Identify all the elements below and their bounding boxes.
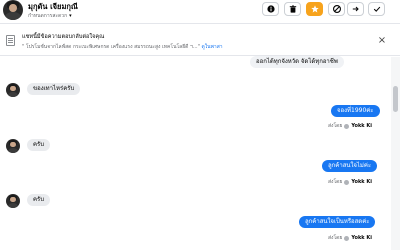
message-bubble: ครับ bbox=[27, 139, 51, 151]
star-button[interactable] bbox=[306, 2, 323, 16]
sender-avatar[interactable] bbox=[6, 139, 20, 153]
chat-header: มุกุดัน เจียมกุณี กำหนดการสะดวก ▾ bbox=[0, 0, 400, 24]
message-bubble: ของเทาไหร่ครับ bbox=[27, 83, 81, 95]
meta-label: ส่งโดย bbox=[328, 235, 343, 241]
scrollbar-thumb[interactable] bbox=[393, 86, 398, 112]
sender-avatar-icon bbox=[344, 179, 350, 185]
info-button[interactable] bbox=[262, 2, 279, 16]
meta-label: ส่งโดย bbox=[328, 123, 343, 129]
contact-status-label: กำหนดการสะดวก bbox=[28, 13, 68, 19]
message-bubble: ลูกค้าสนใจไม่ค่ะ bbox=[322, 160, 378, 172]
sender-name: Yokk Ki bbox=[351, 235, 372, 241]
message-bubble: จองที่1990ค่ะ bbox=[331, 105, 380, 117]
trash-icon bbox=[289, 5, 296, 13]
message-meta: ส่งโดย Yokk Ki bbox=[328, 234, 372, 242]
message-bubble: ออกได้ทุกจังหวัด จัดได้ทุกอาชีพ bbox=[250, 56, 344, 68]
block-icon bbox=[332, 5, 341, 13]
contact-status[interactable]: กำหนดการสะดวก ▾ bbox=[28, 12, 72, 20]
banner-subtitle: " โปรโมชั่นจากไลฟ์สด กระเบะพิเศษกรด เครื… bbox=[22, 43, 223, 51]
sender-avatar[interactable] bbox=[6, 194, 20, 208]
banner-snippet: " โปรโมชั่นจากไลฟ์สด กระเบะพิเศษกรด เครื… bbox=[22, 44, 200, 50]
meta-label: ส่งโดย bbox=[328, 179, 343, 185]
block-button[interactable] bbox=[328, 2, 345, 16]
forward-button[interactable] bbox=[347, 2, 364, 16]
delete-button[interactable] bbox=[284, 2, 301, 16]
message-bubble: ครับ bbox=[27, 194, 51, 206]
chat-window: มุกุดัน เจียมกุณี กำหนดการสะดวก ▾ แชทนี้… bbox=[0, 0, 400, 250]
close-icon[interactable]: × bbox=[377, 36, 387, 46]
banner-link[interactable]: ดูในพาสา bbox=[201, 44, 222, 50]
sender-avatar[interactable] bbox=[6, 83, 20, 97]
done-button[interactable] bbox=[368, 2, 385, 16]
document-icon bbox=[6, 35, 15, 46]
forward-icon bbox=[352, 6, 359, 12]
star-icon bbox=[310, 5, 319, 13]
sender-name: Yokk Ki bbox=[351, 123, 372, 129]
check-icon bbox=[373, 6, 380, 12]
message-meta: ส่งโดย Yokk Ki bbox=[328, 178, 372, 186]
contact-avatar[interactable] bbox=[3, 0, 23, 20]
sender-avatar-icon bbox=[344, 123, 350, 129]
sender-name: Yokk Ki bbox=[351, 179, 372, 185]
banner-title: แชทนี้มีข้อความตอบกลับต่อใจคุณ bbox=[22, 34, 105, 40]
info-icon bbox=[266, 5, 275, 13]
chevron-down-icon: ▾ bbox=[69, 13, 72, 19]
message-bubble: ลูกค้าสนใจเป็นหรือสดค่ะ bbox=[299, 216, 376, 228]
sender-avatar-icon bbox=[344, 235, 350, 241]
reply-suggestion-banner: แชทนี้มีข้อความตอบกลับต่อใจคุณ " โปรโมชั… bbox=[0, 28, 400, 56]
message-meta: ส่งโดย Yokk Ki bbox=[328, 122, 372, 130]
